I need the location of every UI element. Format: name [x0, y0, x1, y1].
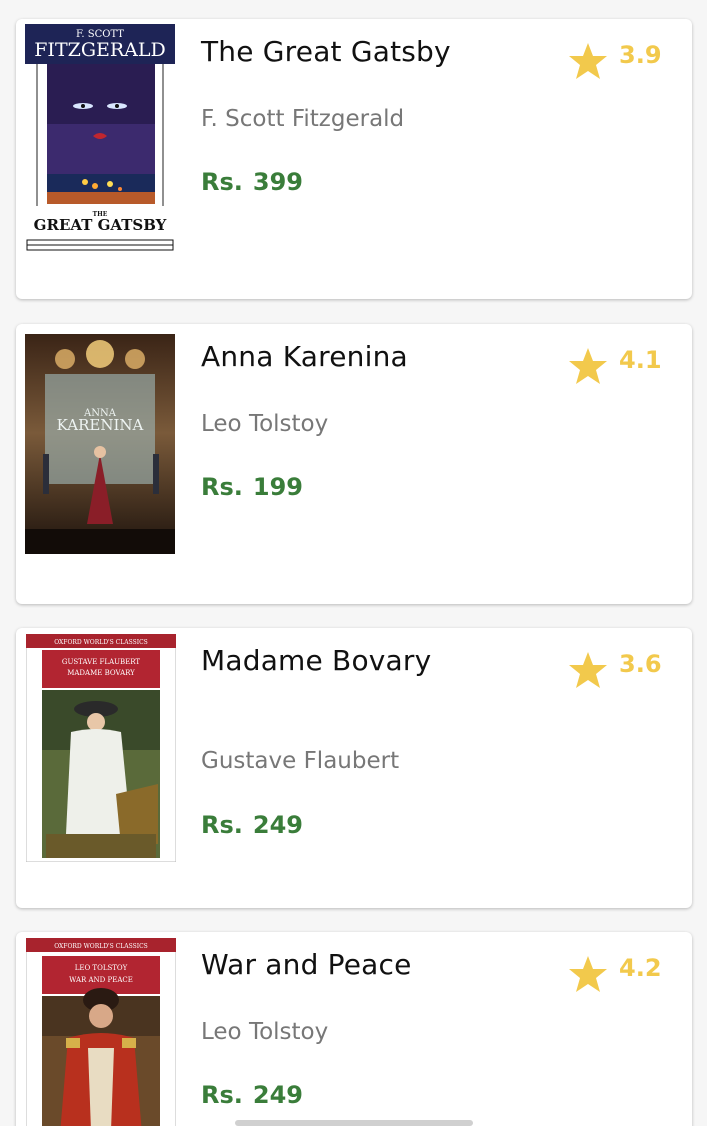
cover-series: OXFORD WORLD'S CLASSICS [54, 943, 148, 950]
cover-series: OXFORD WORLD'S CLASSICS [54, 639, 148, 646]
cover-author-line: LEO TOLSTOY [75, 964, 128, 972]
book-rating: 3.9 [568, 41, 678, 91]
book-list: F. SCOTT FITZGERALD THE GREAT GATSBY The… [0, 0, 707, 1126]
book-card-war-and-peace[interactable]: OXFORD WORLD'S CLASSICS LEO TOLSTOY WAR … [16, 932, 692, 1126]
book-title: Madame Bovary [201, 644, 432, 677]
book-card-madame-bovary[interactable]: OXFORD WORLD'S CLASSICS GUSTAVE FLAUBERT… [16, 628, 692, 908]
book-title: Anna Karenina [201, 340, 408, 373]
rating-value: 3.6 [619, 650, 662, 678]
book-author: Leo Tolstoy [201, 411, 329, 437]
book-cover-image: F. SCOTT FITZGERALD THE GREAT GATSBY [25, 24, 175, 254]
cover-line2: KARENINA [57, 416, 144, 434]
book-cover-image: OXFORD WORLD'S CLASSICS GUSTAVE FLAUBERT… [26, 634, 176, 862]
price-value: 249 [252, 1081, 303, 1109]
book-cover-image: OXFORD WORLD'S CLASSICS LEO TOLSTOY WAR … [26, 938, 176, 1126]
book-title: The Great Gatsby [201, 35, 451, 68]
book-rating: 4.2 [568, 954, 678, 1004]
book-price: Rs. 249 [201, 1081, 303, 1109]
scroll-indicator[interactable] [235, 1120, 473, 1126]
rating-value: 4.1 [619, 346, 662, 374]
star-icon [569, 43, 607, 79]
price-currency: Rs. [201, 168, 243, 196]
cover-title-line: MADAME BOVARY [67, 669, 135, 677]
rating-value: 3.9 [619, 41, 662, 69]
book-author: Leo Tolstoy [201, 1019, 329, 1045]
book-cover-image: ANNA KARENINA [25, 334, 175, 554]
star-icon [569, 348, 607, 384]
price-value: 199 [252, 473, 303, 501]
star-icon [569, 652, 607, 688]
book-price: Rs. 199 [201, 473, 303, 501]
price-currency: Rs. [201, 811, 243, 839]
book-author: Gustave Flaubert [201, 748, 400, 774]
star-icon [569, 956, 607, 992]
rating-value: 4.2 [619, 954, 662, 982]
book-rating: 3.6 [568, 650, 678, 700]
cover-title-line: GREAT GATSBY [34, 216, 167, 234]
cover-author-line: FITZGERALD [34, 39, 166, 61]
book-author: F. Scott Fitzgerald [201, 106, 405, 132]
price-currency: Rs. [201, 473, 243, 501]
price-value: 249 [252, 811, 303, 839]
book-rating: 4.1 [568, 346, 678, 396]
book-title: War and Peace [201, 948, 412, 981]
book-card-the-great-gatsby[interactable]: F. SCOTT FITZGERALD THE GREAT GATSBY The… [16, 19, 692, 299]
book-card-anna-karenina[interactable]: ANNA KARENINA Anna Karenina Leo Tolstoy … [16, 324, 692, 604]
cover-title-line: WAR AND PEACE [69, 976, 133, 984]
price-currency: Rs. [201, 1081, 243, 1109]
book-price: Rs. 399 [201, 168, 303, 196]
book-price: Rs. 249 [201, 811, 303, 839]
cover-author-line: GUSTAVE FLAUBERT [62, 658, 141, 666]
price-value: 399 [252, 168, 303, 196]
